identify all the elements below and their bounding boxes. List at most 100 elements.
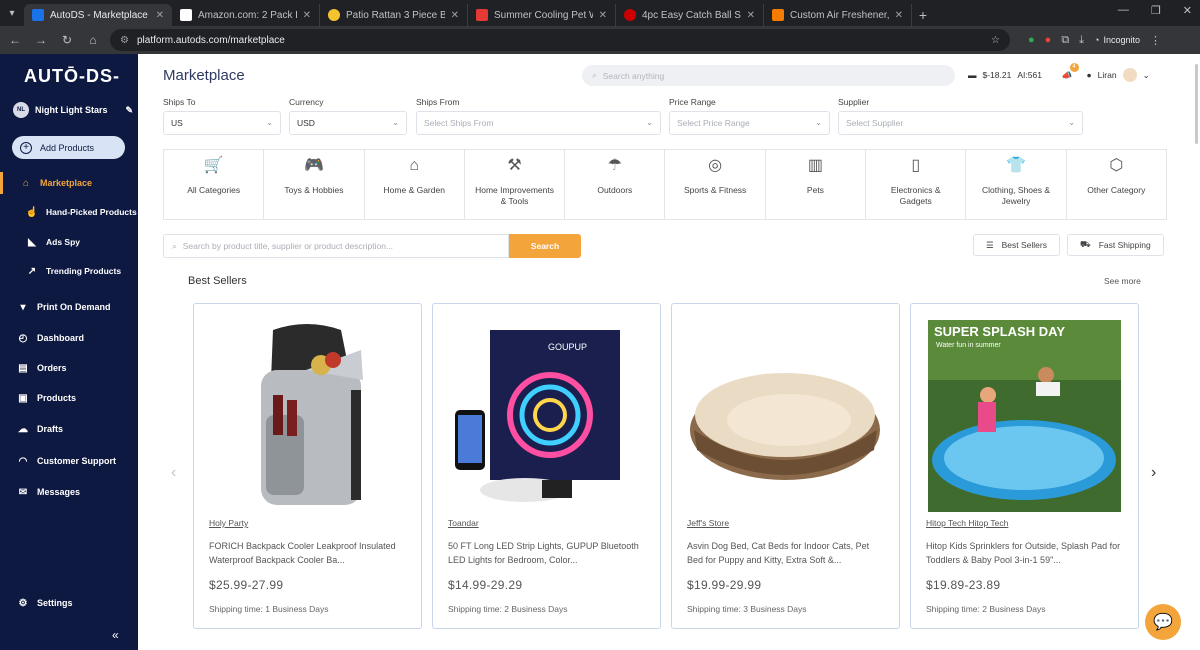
product-image-dog-bed <box>689 320 882 512</box>
carousel-next-icon[interactable]: › <box>1151 464 1156 482</box>
best-sellers-filter-button[interactable]: ☰ Best Sellers <box>973 234 1060 256</box>
close-icon[interactable]: ✕ <box>895 10 903 21</box>
browser-tab-2[interactable]: Patio Rattan 3 Piece Bistro Set ✕ <box>320 4 468 26</box>
product-title[interactable]: 50 FT Long LED Strip Lights, GUPUP Bluet… <box>448 539 648 567</box>
category-electronics[interactable]: ▯ Electronics & Gadgets <box>866 150 967 219</box>
currency-select[interactable]: USD ⌄ <box>289 111 407 135</box>
fast-shipping-filter-button[interactable]: ⛟ Fast Shipping <box>1067 234 1164 256</box>
sidebar-item-hand-picked[interactable]: ☝ Hand-Picked Products <box>0 201 138 223</box>
product-price: $19.89-23.89 <box>926 578 1001 592</box>
incognito-indicator[interactable]: ◔ Incognito <box>1094 35 1140 45</box>
supplier-link[interactable]: Toandar <box>448 518 479 528</box>
category-sports[interactable]: ◎ Sports & Fitness <box>665 150 766 219</box>
user-name[interactable]: Liran <box>1098 70 1117 80</box>
chat-support-button[interactable]: 💬 <box>1145 604 1181 640</box>
supplier-link[interactable]: Hitop Tech Hitop Tech <box>926 518 1008 528</box>
maximize-icon[interactable]: ❐ <box>1151 4 1161 17</box>
category-home-garden[interactable]: ⌂ Home & Garden <box>365 150 465 219</box>
chevron-down-icon[interactable]: ⌄ <box>1143 70 1150 81</box>
browser-tab-5[interactable]: Custom Air Freshener, Picture A ✕ <box>764 4 912 26</box>
product-card[interactable]: GOUPUP Toandar 50 FT Long LED Strip Ligh… <box>432 303 661 629</box>
category-clothing[interactable]: 👕 Clothing, Shoes & Jewelry <box>966 150 1067 219</box>
tab-search-icon[interactable]: ▾ <box>0 0 24 26</box>
chevron-down-icon: ⌄ <box>815 118 822 127</box>
close-icon[interactable]: ✕ <box>747 10 755 21</box>
product-search-input[interactable]: ⌕ Search by product title, supplier or p… <box>163 234 509 258</box>
category-pets[interactable]: ▥ Pets <box>766 150 867 219</box>
reload-icon[interactable]: ↻ <box>58 31 76 49</box>
supplier-link[interactable]: Jeff's Store <box>687 518 729 528</box>
minimize-icon[interactable]: — <box>1118 4 1129 17</box>
close-icon[interactable]: ✕ <box>599 10 607 21</box>
sidebar-item-ads-spy[interactable]: ◣ Ads Spy <box>0 231 138 253</box>
browser-menu-icon[interactable]: ⋮ <box>1150 34 1161 47</box>
product-title[interactable]: Asvin Dog Bed, Cat Beds for Indoor Cats,… <box>687 539 887 567</box>
category-other[interactable]: ⬡ Other Category <box>1067 150 1166 219</box>
extension-icon[interactable]: ● <box>1028 34 1035 46</box>
category-all[interactable]: 🛒 All Categories <box>164 150 265 219</box>
download-icon[interactable]: ⤓ <box>1079 34 1084 47</box>
ai-credits[interactable]: AI:561 <box>1017 70 1042 80</box>
search-icon: ⌕ <box>592 70 597 80</box>
see-more-link[interactable]: See more <box>1104 276 1141 286</box>
ships-from-select[interactable]: Select Ships From ⌄ <box>416 111 661 135</box>
product-card[interactable]: Holy Party FORICH Backpack Cooler Leakpr… <box>193 303 422 629</box>
extensions-puzzle-icon[interactable]: ⧉ <box>1061 34 1069 47</box>
sidebar-item-print-on-demand[interactable]: ▾ Print On Demand <box>0 296 138 318</box>
search-button[interactable]: Search <box>509 234 581 258</box>
product-title[interactable]: FORICH Backpack Cooler Leakproof Insulat… <box>209 539 409 567</box>
store-selector[interactable]: NL Night Light Stars ✎ <box>13 102 133 118</box>
sidebar-item-label: Orders <box>37 363 67 373</box>
sidebar-item-trending[interactable]: ↗ Trending Products <box>0 260 138 282</box>
add-products-label: Add Products <box>40 142 95 153</box>
back-icon[interactable]: ← <box>6 31 24 49</box>
sidebar-item-label: Print On Demand <box>37 302 111 312</box>
global-search-input[interactable]: ⌕ Search anything <box>582 65 955 86</box>
avatar[interactable] <box>1122 68 1137 82</box>
browser-tab-0[interactable]: AutoDS - Marketplace ✕ <box>24 4 172 26</box>
balance[interactable]: $-18.21 <box>983 70 1012 80</box>
product-card[interactable]: SUPER SPLASH DAY Water fun in summer Hit… <box>910 303 1139 629</box>
sidebar-item-customer-support[interactable]: ◠ Customer Support <box>0 450 138 472</box>
sidebar-item-messages[interactable]: ✉ Messages <box>0 481 138 503</box>
browser-tab-4[interactable]: 4pc Easy Catch Ball Set - Sun Sq ✕ <box>616 4 764 26</box>
category-outdoors[interactable]: ☂ Outdoors <box>565 150 666 219</box>
sidebar-item-products[interactable]: ▣ Products <box>0 387 138 409</box>
sidebar-item-label: Products <box>37 393 77 403</box>
product-card[interactable]: Jeff's Store Asvin Dog Bed, Cat Beds for… <box>671 303 900 629</box>
browser-tab-3[interactable]: Summer Cooling Pet Water Bed ✕ <box>468 4 616 26</box>
category-toys[interactable]: 🎮 Toys & Hobbies <box>264 150 365 219</box>
sidebar-item-settings[interactable]: ⚙ Settings <box>0 592 138 614</box>
new-tab-icon[interactable]: + <box>912 4 934 26</box>
url-text: platform.autods.com/marketplace <box>136 34 285 46</box>
sidebar-item-orders[interactable]: ▤ Orders <box>0 357 138 379</box>
sidebar-item-dashboard[interactable]: ◴ Dashboard <box>0 327 138 349</box>
ships-to-select[interactable]: US ⌄ <box>163 111 281 135</box>
add-products-button[interactable]: + Add Products <box>12 136 125 159</box>
supplier-select[interactable]: Select Supplier ⌄ <box>838 111 1083 135</box>
bookmark-star-icon[interactable]: ☆ <box>991 35 1000 46</box>
close-window-icon[interactable]: ✕ <box>1183 4 1192 17</box>
notification-bell-icon[interactable]: 📣 4 <box>1062 62 1079 81</box>
forward-icon[interactable]: → <box>32 31 50 49</box>
supplier-link[interactable]: Holy Party <box>209 518 248 528</box>
category-home-improvements[interactable]: ⚒ Home Improvements & Tools <box>465 150 566 219</box>
product-title[interactable]: Hitop Kids Sprinklers for Outside, Splas… <box>926 539 1126 567</box>
carousel-prev-icon[interactable]: ‹ <box>171 464 176 482</box>
browser-tab-1[interactable]: Amazon.com: 2 Pack Pool Float ✕ <box>172 4 320 26</box>
sidebar-item-marketplace[interactable]: ⌂ Marketplace <box>0 172 138 194</box>
home-icon[interactable]: ⌂ <box>84 31 102 49</box>
site-info-icon[interactable]: ⚙ <box>120 35 129 46</box>
tab-title: Amazon.com: 2 Pack Pool Float <box>198 9 297 21</box>
address-bar[interactable]: ⚙ platform.autods.com/marketplace ☆ <box>110 29 1010 51</box>
close-icon[interactable]: ✕ <box>451 10 459 21</box>
close-icon[interactable]: ✕ <box>303 10 311 21</box>
edit-pencil-icon[interactable]: ✎ <box>125 105 133 116</box>
collapse-sidebar-icon[interactable]: « <box>112 628 119 642</box>
chip-label: Fast Shipping <box>1098 240 1151 250</box>
sidebar-item-drafts[interactable]: ☁ Drafts <box>0 418 138 440</box>
extension-icon[interactable]: ● <box>1045 34 1052 46</box>
price-range-select[interactable]: Select Price Range ⌄ <box>669 111 830 135</box>
page-scrollbar[interactable] <box>1195 64 1198 144</box>
close-icon[interactable]: ✕ <box>156 10 164 21</box>
